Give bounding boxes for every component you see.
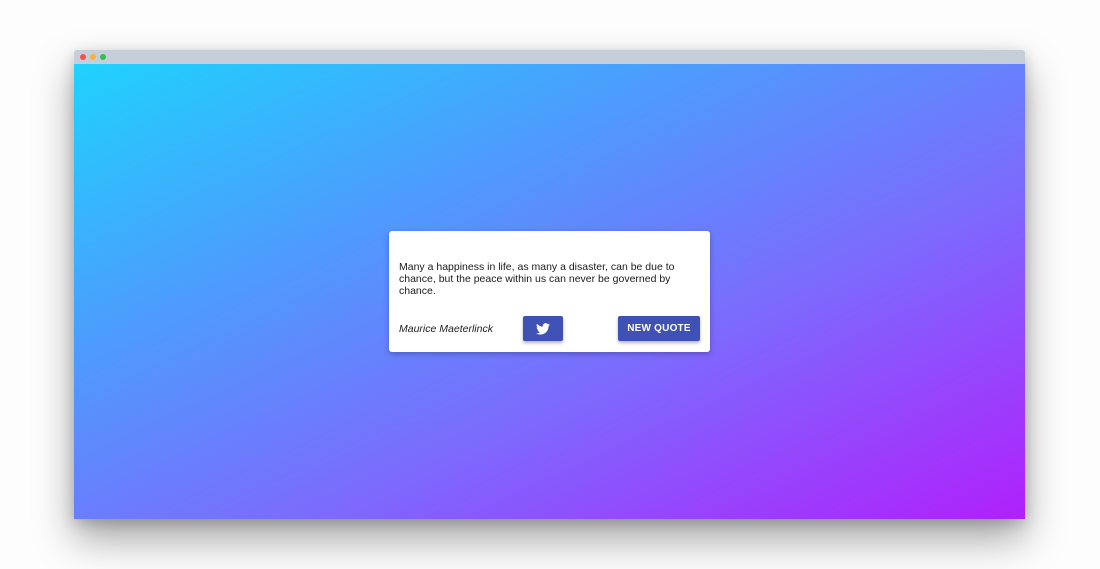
browser-window: Many a happiness in life, as many a disa… <box>74 50 1025 519</box>
tweet-button[interactable] <box>523 316 563 341</box>
quote-footer: Maurice Maeterlinck NEW QUOTE <box>399 316 700 341</box>
quote-author: Maurice Maeterlinck <box>399 322 493 335</box>
quote-text: Many a happiness in life, as many a disa… <box>399 261 675 297</box>
quote-card: Many a happiness in life, as many a disa… <box>389 231 710 352</box>
window-titlebar <box>74 50 1025 64</box>
gradient-background: Many a happiness in life, as many a disa… <box>74 64 1025 519</box>
new-quote-button[interactable]: NEW QUOTE <box>618 316 700 341</box>
minimize-window-icon[interactable] <box>90 54 96 60</box>
close-window-icon[interactable] <box>80 54 86 60</box>
maximize-window-icon[interactable] <box>100 54 106 60</box>
twitter-bird-icon <box>536 322 550 335</box>
